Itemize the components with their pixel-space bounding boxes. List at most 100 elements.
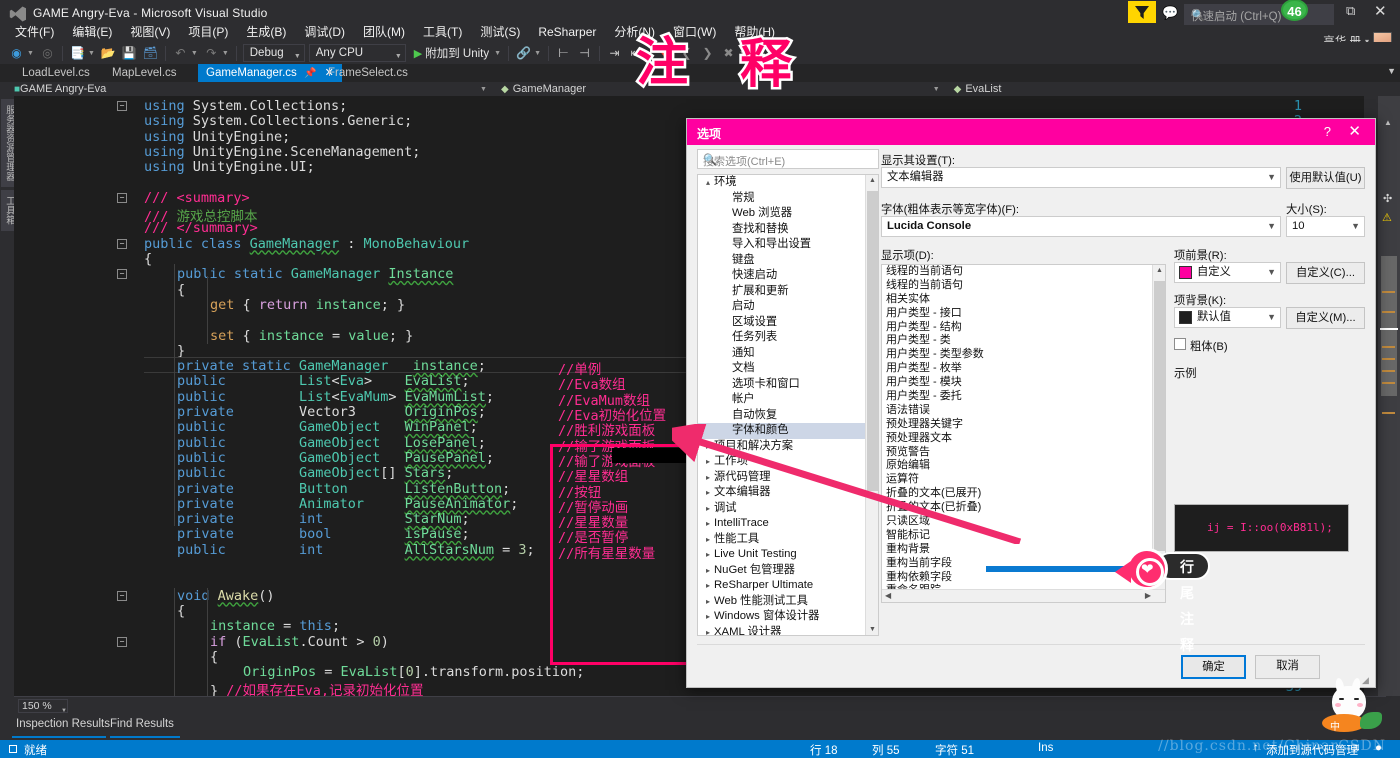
tab-inspection-results[interactable]: Inspection Results (16, 718, 110, 730)
display-item-row[interactable]: 线程的当前语句 (882, 265, 1165, 279)
tab-maplevel[interactable]: MapLevel.cs (104, 64, 185, 82)
tree-item[interactable]: ▴ 环境 (698, 175, 878, 191)
tree-item[interactable]: 选项卡和窗口 (698, 377, 878, 393)
tree-item[interactable]: 自动恢复 (698, 408, 878, 424)
tree-item[interactable]: ▸ Live Unit Testing (698, 547, 878, 563)
code-line[interactable]: using UnityEngine.UI; (144, 159, 315, 175)
tree-item[interactable]: 区域设置 (698, 315, 878, 331)
cancel-button[interactable]: 取消 (1255, 655, 1320, 679)
trailing-comment[interactable]: //所有星星数量 (558, 542, 655, 562)
chevron-down-icon[interactable]: ▼ (1267, 217, 1276, 236)
code-line[interactable]: /// </summary> (144, 220, 258, 236)
tree-item[interactable]: ▸ Windows 窗体设计器 (698, 609, 878, 625)
close-icon[interactable]: ✕ (1348, 122, 1361, 140)
chevron-down-icon[interactable]: ▼ (1267, 263, 1276, 282)
tree-item[interactable]: 字体和颜色 (698, 423, 878, 439)
expander-closed-icon[interactable]: ▸ (702, 578, 714, 594)
tree-item[interactable]: 扩展和更新 (698, 284, 878, 300)
code-line[interactable]: public static GameManager Instance (177, 266, 453, 282)
listbox-scrollbar-thumb[interactable] (1154, 281, 1165, 551)
warning-icon[interactable]: ⚠ (1382, 211, 1392, 224)
scrollbar-thumb[interactable] (1381, 256, 1397, 396)
code-line[interactable]: using System.Collections.Generic; (144, 113, 412, 129)
show-settings-select[interactable]: 文本编辑器 ▼ (881, 167, 1281, 188)
display-item-row[interactable]: 语法错误 (882, 404, 1165, 418)
open-file-icon[interactable]: 📂 (100, 46, 117, 60)
tab-loadlevel[interactable]: LoadLevel.cs (14, 64, 98, 82)
bold-checkbox[interactable] (1174, 338, 1186, 350)
code-line[interactable]: { (210, 649, 218, 665)
fold-toggle-icon[interactable]: − (117, 192, 127, 203)
save-all-icon[interactable]: 🗃 (142, 46, 159, 60)
code-line[interactable]: public GameObject LosePanel; (177, 435, 486, 451)
code-line[interactable]: public GameObject[] Stars; (177, 465, 453, 481)
customize-foreground-button[interactable]: 自定义(C)... (1286, 262, 1365, 284)
tree-item[interactable]: ▸ 性能工具 (698, 532, 878, 548)
code-line[interactable]: /// <summary> (144, 190, 250, 206)
menu-view[interactable]: 视图(V) (121, 22, 179, 42)
restore-window-icon[interactable]: ⧉ (1346, 3, 1355, 19)
options-search-input[interactable]: 搜索选项(Ctrl+E) 🔍 (697, 149, 879, 169)
menu-debug[interactable]: 调试(D) (295, 22, 354, 42)
use-defaults-button[interactable]: 使用默认值(U) (1286, 167, 1365, 189)
quick-launch-input[interactable]: 快速启动 (Ctrl+Q) 🔍 (1184, 4, 1334, 25)
scroll-up-icon[interactable]: ▲ (1384, 118, 1392, 127)
code-line[interactable]: { (177, 282, 185, 298)
code-line[interactable]: void Awake() (177, 588, 275, 604)
code-line[interactable]: if (EvaList.Count > 0) (210, 634, 389, 650)
expander-closed-icon[interactable]: ▸ (702, 609, 714, 625)
listbox-horizontal-scrollbar[interactable]: ◀ ▶ (882, 589, 1165, 602)
scroll-right-icon[interactable]: ▶ (1145, 591, 1151, 600)
undo-icon[interactable]: ↶ (172, 46, 189, 60)
tree-item[interactable]: 快速启动 (698, 268, 878, 284)
scroll-down-icon[interactable]: ▼ (869, 626, 876, 633)
tree-item[interactable]: 查找和替换 (698, 222, 878, 238)
navigate-back-icon[interactable]: ◉ (8, 46, 25, 60)
code-line[interactable]: instance = this; (210, 618, 340, 634)
navigate-forward-icon[interactable]: ◎ (39, 46, 56, 60)
help-icon[interactable]: ? (1324, 124, 1331, 139)
tab-find-results[interactable]: Find Results (110, 718, 174, 730)
fold-toggle-icon[interactable]: − (117, 636, 127, 647)
code-line[interactable]: { (177, 603, 185, 619)
code-line[interactable]: private Animator PauseAnimator; (177, 496, 518, 512)
chevron-down-icon[interactable]: ▼ (1267, 308, 1276, 327)
tree-item[interactable]: 常规 (698, 191, 878, 207)
play-icon[interactable]: ▶ (414, 47, 422, 60)
item-foreground-select[interactable]: 自定义 ▼ (1174, 262, 1281, 283)
fold-toggle-icon[interactable]: − (117, 590, 127, 601)
breadcrumb-field[interactable]: EvaList (965, 83, 1001, 96)
display-item-row[interactable]: 用户类型 - 类 (882, 334, 1165, 348)
tree-scrollbar[interactable]: ▲ ▼ (865, 175, 878, 635)
pin-icon[interactable]: 📌 (304, 68, 316, 79)
display-item-row[interactable]: 用户类型 - 委托 (882, 390, 1165, 404)
expander-closed-icon[interactable]: ▸ (702, 454, 714, 470)
menu-tools[interactable]: 工具(T) (414, 22, 471, 42)
expander-closed-icon[interactable]: ▸ (702, 563, 714, 579)
code-line[interactable]: OriginPos = EvaList[0].transform.positio… (243, 664, 584, 680)
display-item-row[interactable]: 预处理器关键字 (882, 418, 1165, 432)
code-line[interactable]: private Button ListenButton; (177, 481, 510, 497)
platform-select[interactable]: Any CPU ▼ (308, 44, 406, 62)
tree-item[interactable]: ▸ 文本编辑器 (698, 485, 878, 501)
code-line[interactable]: public List<Eva> EvaList; (177, 373, 470, 389)
redo-icon[interactable]: ↷ (203, 46, 220, 60)
breadcrumb-member[interactable]: GameManager (513, 83, 933, 96)
undo-dropdown-icon[interactable]: ▼ (191, 50, 198, 57)
code-line[interactable]: private static GameManager instance; (177, 358, 486, 374)
code-line[interactable]: public GameObject PausePanel; (177, 450, 494, 466)
code-line[interactable]: private int StarNum; (177, 511, 470, 527)
tab-frameselect[interactable]: FrameSelect.cs (320, 64, 416, 82)
step-icon[interactable]: 🔗 (515, 46, 532, 60)
code-line[interactable]: public class GameManager : MonoBehaviour (144, 236, 469, 252)
navigate-back-dropdown-icon[interactable]: ▼ (27, 50, 34, 57)
ok-button[interactable]: 确定 (1181, 655, 1246, 679)
build-configuration-select[interactable]: Debug ▼ (242, 44, 305, 62)
expander-open-icon[interactable]: ▴ (702, 175, 714, 191)
options-dialog[interactable]: 选项 ? ✕ 搜索选项(Ctrl+E) 🔍 ▴ 环境 常规 Web 浏览器 查找和替换导… (686, 118, 1376, 688)
chevron-down-icon[interactable]: ▼ (1267, 168, 1276, 187)
tree-item[interactable]: 文档 (698, 361, 878, 377)
bookmark-clear-icon[interactable]: ✖ (720, 46, 737, 60)
new-project-icon[interactable]: 📑 (69, 46, 86, 60)
menu-resharper[interactable]: ReSharper (529, 22, 605, 42)
